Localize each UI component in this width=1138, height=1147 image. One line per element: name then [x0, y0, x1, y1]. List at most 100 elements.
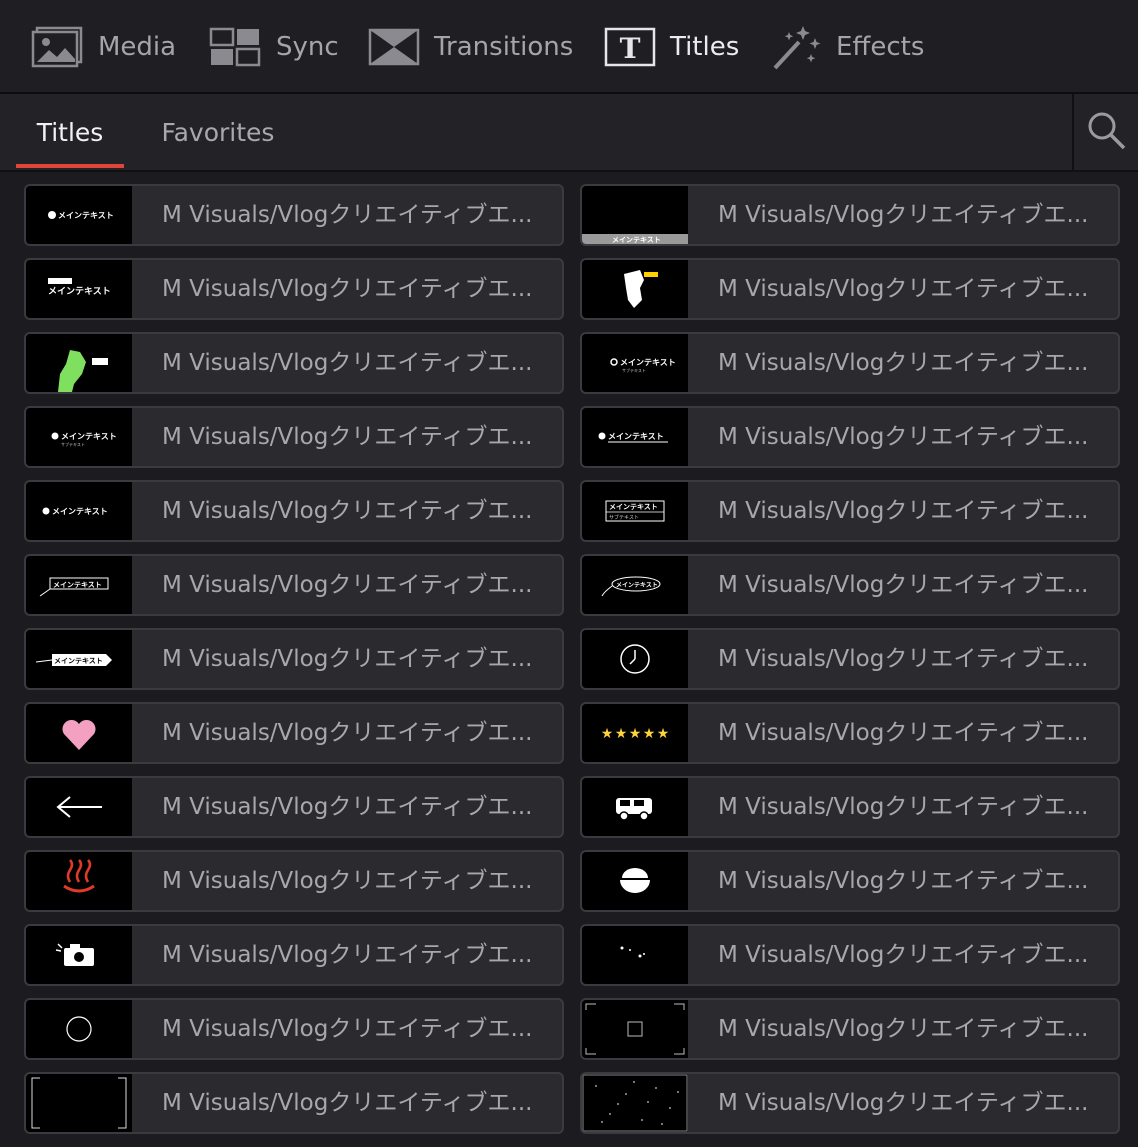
- title-card[interactable]: メインテキスト サブテキスト M Visuals/Vlogクリエイティブエ...: [580, 480, 1120, 542]
- svg-text:★: ★: [643, 726, 656, 742]
- title-card-label: M Visuals/Vlogクリエイティブエ...: [162, 868, 533, 894]
- title-thumbnail: メインテキスト: [582, 186, 688, 244]
- title-tabs: Titles Favorites: [0, 94, 1138, 172]
- callout-tag-text: メインテキスト: [35, 654, 112, 666]
- title-card[interactable]: メインテキスト M Visuals/Vlogクリエイティブエ...: [24, 480, 564, 542]
- title-thumbnail: メインテキスト: [26, 556, 132, 614]
- svg-text:サブテキスト: サブテキスト: [609, 514, 639, 521]
- search-icon: [1086, 110, 1126, 154]
- nav-transitions[interactable]: Transitions: [362, 0, 573, 94]
- hot-spring-icon: [63, 859, 95, 893]
- nav-transitions-label: Transitions: [434, 32, 574, 62]
- title-card[interactable]: M Visuals/Vlogクリエイティブエ...: [24, 776, 564, 838]
- svg-text:メインテキスト: メインテキスト: [61, 432, 117, 441]
- title-thumbnail: [26, 1074, 132, 1132]
- title-card-label: M Visuals/Vlogクリエイティブエ...: [162, 202, 533, 228]
- title-card-label: M Visuals/Vlogクリエイティブエ...: [162, 1016, 533, 1042]
- title-card[interactable]: メインテキスト M Visuals/Vlogクリエイティブエ...: [24, 554, 564, 616]
- svg-text:メインテキスト: メインテキスト: [53, 581, 102, 589]
- title-thumbnail: [26, 852, 132, 910]
- title-card[interactable]: M Visuals/Vlogクリエイティブエ...: [580, 628, 1120, 690]
- pin-main-text-small: メインテキスト サブテキスト: [610, 358, 676, 373]
- svg-text:メインテキスト: メインテキスト: [612, 236, 661, 244]
- arrow-left-icon: [56, 796, 102, 818]
- title-thumbnail: [26, 1000, 132, 1058]
- title-card-label: M Visuals/Vlogクリエイティブエ...: [718, 350, 1089, 376]
- title-thumbnail: メインテキスト サブテキスト: [582, 334, 688, 392]
- camera-icon: [55, 943, 94, 966]
- nav-titles[interactable]: T Titles: [598, 0, 739, 94]
- nav-titles-label: Titles: [670, 32, 740, 62]
- title-card[interactable]: M Visuals/Vlogクリエイティブエ...: [24, 998, 564, 1060]
- bottom-bar-main-text: メインテキスト: [582, 234, 688, 244]
- particles-frame: [582, 1074, 688, 1132]
- rice-bowl-icon: [620, 868, 650, 893]
- title-card[interactable]: ★ ★ ★ ★ ★ M Visuals/Vlogクリエイティブエ...: [580, 702, 1120, 764]
- title-card[interactable]: M Visuals/Vlogクリエイティブエ...: [24, 924, 564, 986]
- svg-text:メインテキスト: メインテキスト: [608, 432, 664, 441]
- svg-text:メインテキスト: メインテキスト: [52, 507, 108, 516]
- title-thumbnail: [582, 630, 688, 688]
- title-thumbnail: [582, 778, 688, 836]
- title-thumbnail: メインテキスト サブテキスト: [26, 408, 132, 466]
- tab-titles-label: Titles: [36, 117, 104, 147]
- svg-text:★: ★: [629, 726, 642, 742]
- nav-effects[interactable]: Effects: [764, 0, 924, 94]
- title-card-label: M Visuals/Vlogクリエイティブエ...: [162, 1090, 533, 1116]
- title-card[interactable]: メインテキスト M Visuals/Vlogクリエイティブエ...: [24, 184, 564, 246]
- map-green: [58, 350, 108, 392]
- title-thumbnail: メインテキスト: [26, 260, 132, 318]
- sparkle-dots: [620, 946, 645, 958]
- title-card[interactable]: M Visuals/Vlogクリエイティブエ...: [24, 1072, 564, 1134]
- title-thumbnail: [582, 1074, 688, 1132]
- title-thumbnail: [26, 704, 132, 762]
- title-card[interactable]: M Visuals/Vlogクリエイティブエ...: [580, 924, 1120, 986]
- callout-box-text: メインテキスト: [39, 577, 109, 597]
- title-thumbnail: メインテキスト: [26, 482, 132, 540]
- pin-main-sub-text: メインテキスト サブテキスト: [51, 432, 117, 447]
- viewfinder-frame: [585, 1003, 685, 1055]
- tab-favorites[interactable]: Favorites: [150, 94, 286, 170]
- title-thumbnail: [582, 852, 688, 910]
- title-card[interactable]: M Visuals/Vlogクリエイティブエ...: [580, 850, 1120, 912]
- nav-effects-label: Effects: [836, 32, 925, 62]
- title-thumbnail: メインテキスト: [26, 186, 132, 244]
- car-icon: [616, 798, 652, 821]
- title-card-label: M Visuals/Vlogクリエイティブエ...: [718, 868, 1089, 894]
- title-card-label: M Visuals/Vlogクリエイティブエ...: [718, 424, 1089, 450]
- titles-grid: メインテキスト M Visuals/Vlogクリエイティブエ... メインテキスト…: [0, 172, 1138, 1147]
- title-thumbnail: メインテキスト: [582, 556, 688, 614]
- circle-outline: [66, 1016, 92, 1042]
- title-card-label: M Visuals/Vlogクリエイティブエ...: [162, 646, 533, 672]
- title-card[interactable]: メインテキスト M Visuals/Vlogクリエイティブエ...: [24, 628, 564, 690]
- title-card[interactable]: メインテキスト サブテキスト M Visuals/Vlogクリエイティブエ...: [580, 332, 1120, 394]
- title-card[interactable]: M Visuals/Vlogクリエイティブエ...: [24, 702, 564, 764]
- title-card[interactable]: M Visuals/Vlogクリエイティブエ...: [580, 776, 1120, 838]
- title-card[interactable]: M Visuals/Vlogクリエイティブエ...: [580, 258, 1120, 320]
- title-thumbnail: [26, 778, 132, 836]
- title-card[interactable]: メインテキスト M Visuals/Vlogクリエイティブエ...: [580, 554, 1120, 616]
- tab-titles[interactable]: Titles: [16, 94, 124, 170]
- title-thumbnail: メインテキスト: [26, 630, 132, 688]
- pin-underline-text: メインテキスト: [598, 432, 668, 443]
- title-card[interactable]: M Visuals/Vlogクリエイティブエ...: [580, 1072, 1120, 1134]
- title-card[interactable]: M Visuals/Vlogクリエイティブエ...: [24, 850, 564, 912]
- pin-main-text: メインテキスト: [42, 507, 108, 516]
- nav-sync[interactable]: Sync: [204, 0, 339, 94]
- title-card-label: M Visuals/Vlogクリエイティブエ...: [162, 498, 533, 524]
- nav-media[interactable]: Media: [26, 0, 176, 94]
- title-card[interactable]: メインテキスト M Visuals/Vlogクリエイティブエ...: [580, 184, 1120, 246]
- search-button[interactable]: [1072, 94, 1138, 170]
- title-card[interactable]: メインテキスト サブテキスト M Visuals/Vlogクリエイティブエ...: [24, 406, 564, 468]
- title-card[interactable]: メインテキスト M Visuals/Vlogクリエイティブエ...: [580, 406, 1120, 468]
- svg-text:★: ★: [615, 726, 628, 742]
- title-card[interactable]: M Visuals/Vlogクリエイティブエ...: [24, 332, 564, 394]
- title-card-label: M Visuals/Vlogクリエイティブエ...: [162, 424, 533, 450]
- title-card-label: M Visuals/Vlogクリエイティブエ...: [718, 1016, 1089, 1042]
- svg-text:★: ★: [601, 726, 614, 742]
- title-card[interactable]: M Visuals/Vlogクリエイティブエ...: [580, 998, 1120, 1060]
- title-card-label: M Visuals/Vlogクリエイティブエ...: [718, 498, 1089, 524]
- five-stars-icon: ★ ★ ★ ★ ★: [601, 726, 670, 742]
- title-card[interactable]: メインテキスト M Visuals/Vlogクリエイティブエ...: [24, 258, 564, 320]
- svg-text:メインテキスト: メインテキスト: [48, 286, 111, 297]
